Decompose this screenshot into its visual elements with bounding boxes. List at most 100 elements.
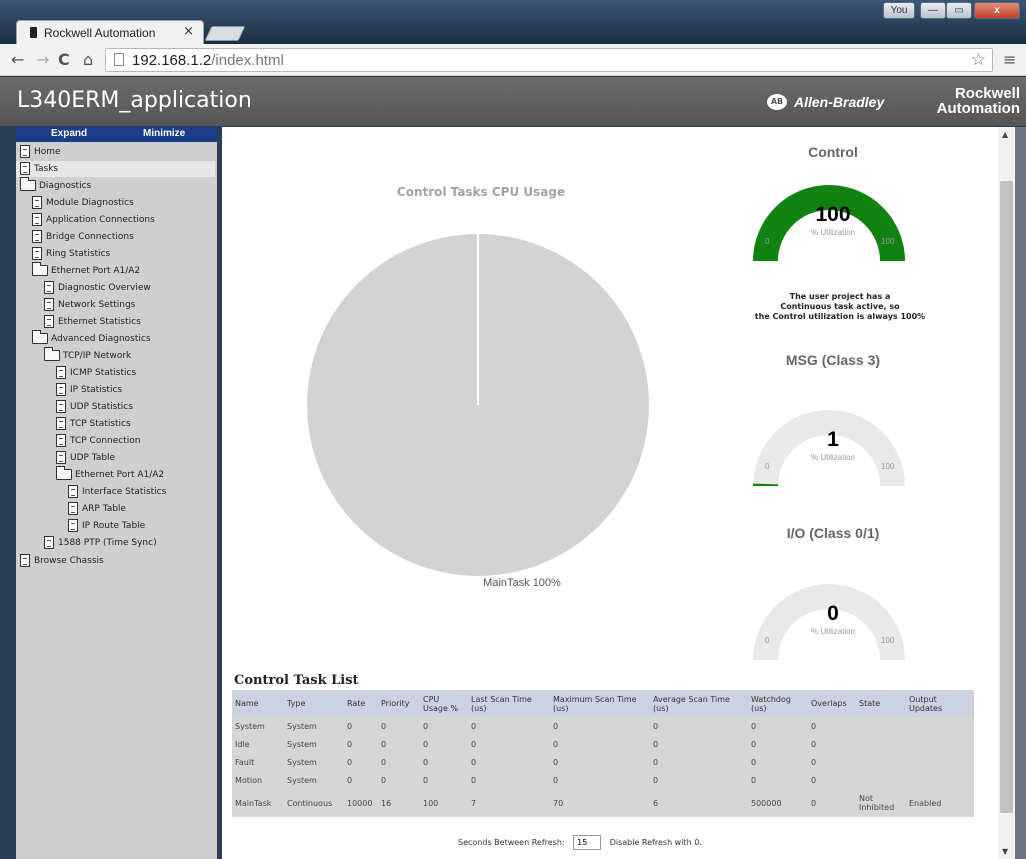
- table-cell: [856, 771, 906, 789]
- page-icon: [56, 400, 66, 413]
- page-title: L340ERM_application: [17, 88, 252, 113]
- page-icon: [44, 281, 54, 294]
- table-cell: 0: [650, 717, 748, 735]
- scroll-down-arrow-icon[interactable]: ▼: [1002, 847, 1008, 856]
- column-header: Type: [284, 690, 344, 717]
- table-row: Idle System 0 0 0 0 0 0 0 0: [232, 735, 974, 753]
- table-cell: System: [232, 717, 284, 735]
- tab-title: Rockwell Automation: [44, 26, 156, 40]
- page-scrollbar[interactable]: ▲ ▼: [998, 127, 1015, 859]
- home-icon[interactable]: ⌂: [83, 50, 93, 69]
- column-header: Average Scan Time (us): [650, 690, 748, 717]
- rockwell-automation-logo: Rockwell Automation: [898, 86, 1020, 116]
- page-icon: [44, 315, 54, 328]
- gauge-max: 100: [881, 462, 895, 471]
- scroll-up-arrow-icon[interactable]: ▲: [1002, 130, 1008, 139]
- page-icon: [114, 53, 124, 66]
- forward-arrow-icon[interactable]: →: [36, 50, 49, 69]
- table-cell: 0: [344, 717, 378, 735]
- sidebar-item-label: Ethernet Statistics: [58, 317, 141, 327]
- table-cell: Continuous: [284, 789, 344, 817]
- page-icon: [32, 247, 42, 260]
- table-cell: 0: [468, 717, 550, 735]
- gauge-min: 0: [765, 636, 770, 645]
- table-cell: [856, 753, 906, 771]
- table-header-row: Name Type Rate Priority CPU Usage % Last Scan…: [232, 690, 974, 717]
- tab-close-icon[interactable]: ×: [183, 24, 194, 39]
- table-cell: 0: [748, 717, 808, 735]
- refresh-controls: Seconds Between Refresh: Disable Refresh…: [458, 835, 702, 850]
- profile-button[interactable]: You: [883, 2, 915, 19]
- table-row: System System 0 0 0 0 0 0 0 0: [232, 717, 974, 735]
- browser-toolbar: ← → C ⌂ 192.168.1.2/index.html ☆ ≡: [0, 44, 1026, 76]
- sidebar-item-label: Ethernet Port A1/A2: [51, 266, 141, 276]
- sidebar-item-label: Tasks: [34, 164, 59, 174]
- expand-button[interactable]: Expand: [51, 128, 87, 139]
- gauge-min: 0: [765, 237, 770, 246]
- table-cell: [906, 735, 974, 753]
- sidebar-item-label: Advanced Diagnostics: [51, 334, 151, 344]
- page-icon: [68, 485, 78, 498]
- gauge-min: 0: [765, 462, 770, 471]
- refresh-seconds-input[interactable]: [573, 835, 602, 850]
- control-gauge: 100 % Utilization 0 100: [753, 185, 913, 275]
- table-cell: System: [284, 771, 344, 789]
- gauge-unit: % Utilization: [810, 453, 855, 462]
- sidebar-item-label: Home: [34, 147, 61, 157]
- table-cell: Fault: [232, 753, 284, 771]
- page-icon: [56, 383, 66, 396]
- page-icon: [32, 230, 42, 243]
- folder-icon: [32, 330, 48, 344]
- page-icon: [20, 162, 30, 175]
- maximize-window-button[interactable]: ▭: [946, 2, 972, 19]
- msg-gauge-title: MSG (Class 3): [785, 352, 881, 368]
- note-line: Continuous task active, so: [780, 302, 900, 311]
- note-line: the Control utilization is always 100%: [754, 312, 926, 321]
- sidebar-item-label: Network Settings: [58, 300, 136, 310]
- page-icon: [68, 502, 78, 515]
- io-gauge-title: I/O (Class 0/1): [786, 525, 880, 541]
- table-cell: 0: [808, 789, 856, 817]
- table-cell: Enabled: [906, 789, 974, 817]
- sidebar-item-label: Module Diagnostics: [46, 198, 134, 208]
- scroll-thumb[interactable]: [1000, 181, 1013, 813]
- minimize-button[interactable]: Minimize: [143, 128, 185, 139]
- folder-icon: [20, 177, 36, 191]
- new-tab-button[interactable]: [204, 26, 246, 41]
- bookmark-star-icon[interactable]: ☆: [971, 50, 986, 70]
- allen-bradley-logo: Allen-Bradley: [794, 94, 885, 110]
- rockwell-line: Rockwell: [954, 85, 1020, 102]
- sidebar-item-label: UDP Table: [70, 453, 116, 463]
- sidebar-item-label: ICMP Statistics: [70, 368, 137, 378]
- address-url[interactable]: 192.168.1.2/index.html: [132, 52, 284, 69]
- table-cell: 0: [420, 771, 468, 789]
- table-cell: System: [284, 735, 344, 753]
- table-cell: 0: [550, 771, 650, 789]
- table-cell: 0: [748, 771, 808, 789]
- sidebar-item-label: Application Connections: [46, 215, 155, 225]
- minimize-window-button[interactable]: —: [920, 2, 946, 19]
- column-header: Priority: [378, 690, 420, 717]
- sidebar-item-label: IP Route Table: [82, 521, 146, 531]
- main-content: Control Tasks CPU Usage MainTask 100% Co…: [222, 127, 998, 859]
- control-task-table: Name Type Rate Priority CPU Usage % Last Scan…: [232, 690, 974, 817]
- table-cell: [906, 771, 974, 789]
- browser-menu-icon[interactable]: ≡: [1003, 50, 1016, 69]
- control-gauge-title: Control: [808, 144, 858, 160]
- url-host: 192.168.1.2: [132, 52, 212, 69]
- table-cell: MainTask: [232, 789, 284, 817]
- back-arrow-icon[interactable]: ←: [11, 50, 24, 69]
- close-window-button[interactable]: x: [974, 2, 1020, 19]
- table-cell: 0: [344, 753, 378, 771]
- table-row: Fault System 0 0 0 0 0 0 0 0: [232, 753, 974, 771]
- sidebar-item[interactable]: Tasks: [16, 161, 215, 177]
- column-header: Maximum Scan Time (us): [550, 690, 650, 717]
- table-cell: 0: [344, 771, 378, 789]
- sidebar-item-label: Ethernet Port A1/A2: [75, 470, 165, 480]
- reload-icon[interactable]: C: [58, 50, 70, 69]
- browser-tab[interactable]: Rockwell Automation ×: [16, 20, 204, 44]
- address-bar[interactable]: 192.168.1.2/index.html ☆: [105, 48, 993, 72]
- sidebar-item-label: Bridge Connections: [46, 232, 134, 242]
- table-cell: 0: [468, 771, 550, 789]
- gauge-value: 0: [827, 602, 839, 625]
